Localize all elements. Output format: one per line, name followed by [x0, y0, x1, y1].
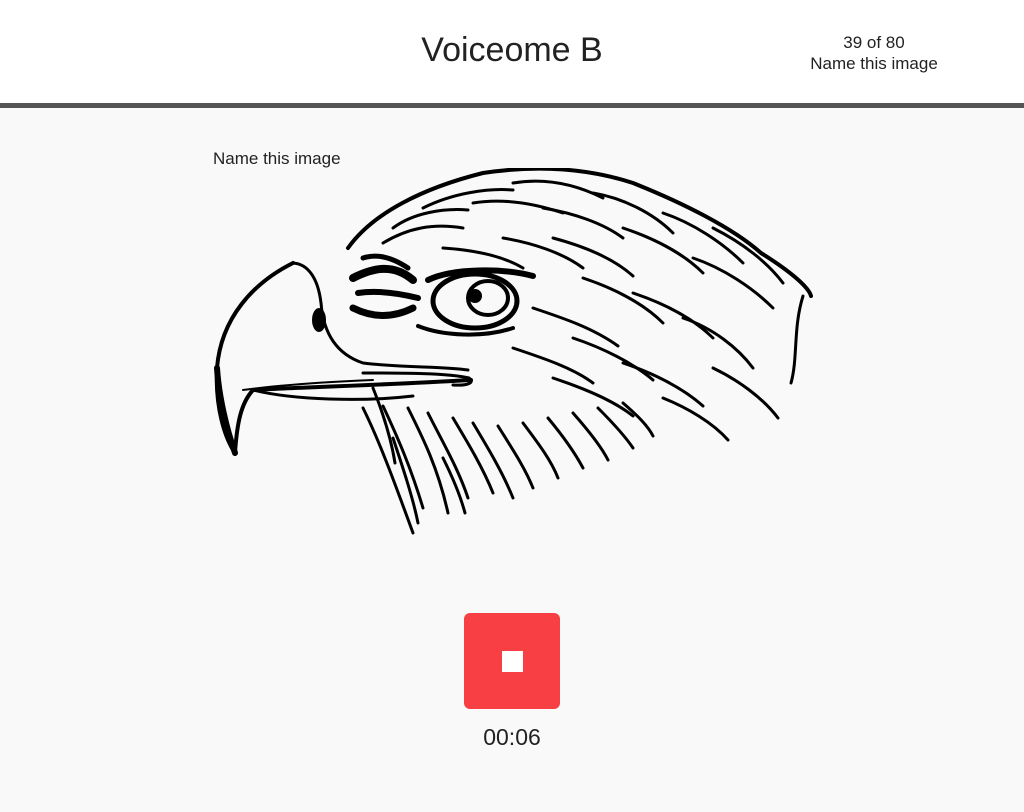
recording-timer: 00:06: [483, 724, 541, 750]
progress-indicator: 39 of 80 Name this image: [774, 32, 974, 74]
progress-count: 39 of 80: [843, 33, 905, 52]
eagle-head-drawing: [214, 168, 813, 535]
task-name: Name this image: [810, 54, 938, 73]
stop-recording-button[interactable]: [464, 613, 560, 709]
stop-square-icon: [501, 650, 523, 672]
app-header: Voiceome B 39 of 80 Name this image: [0, 0, 1024, 108]
prompt-label: Name this image: [213, 149, 341, 168]
